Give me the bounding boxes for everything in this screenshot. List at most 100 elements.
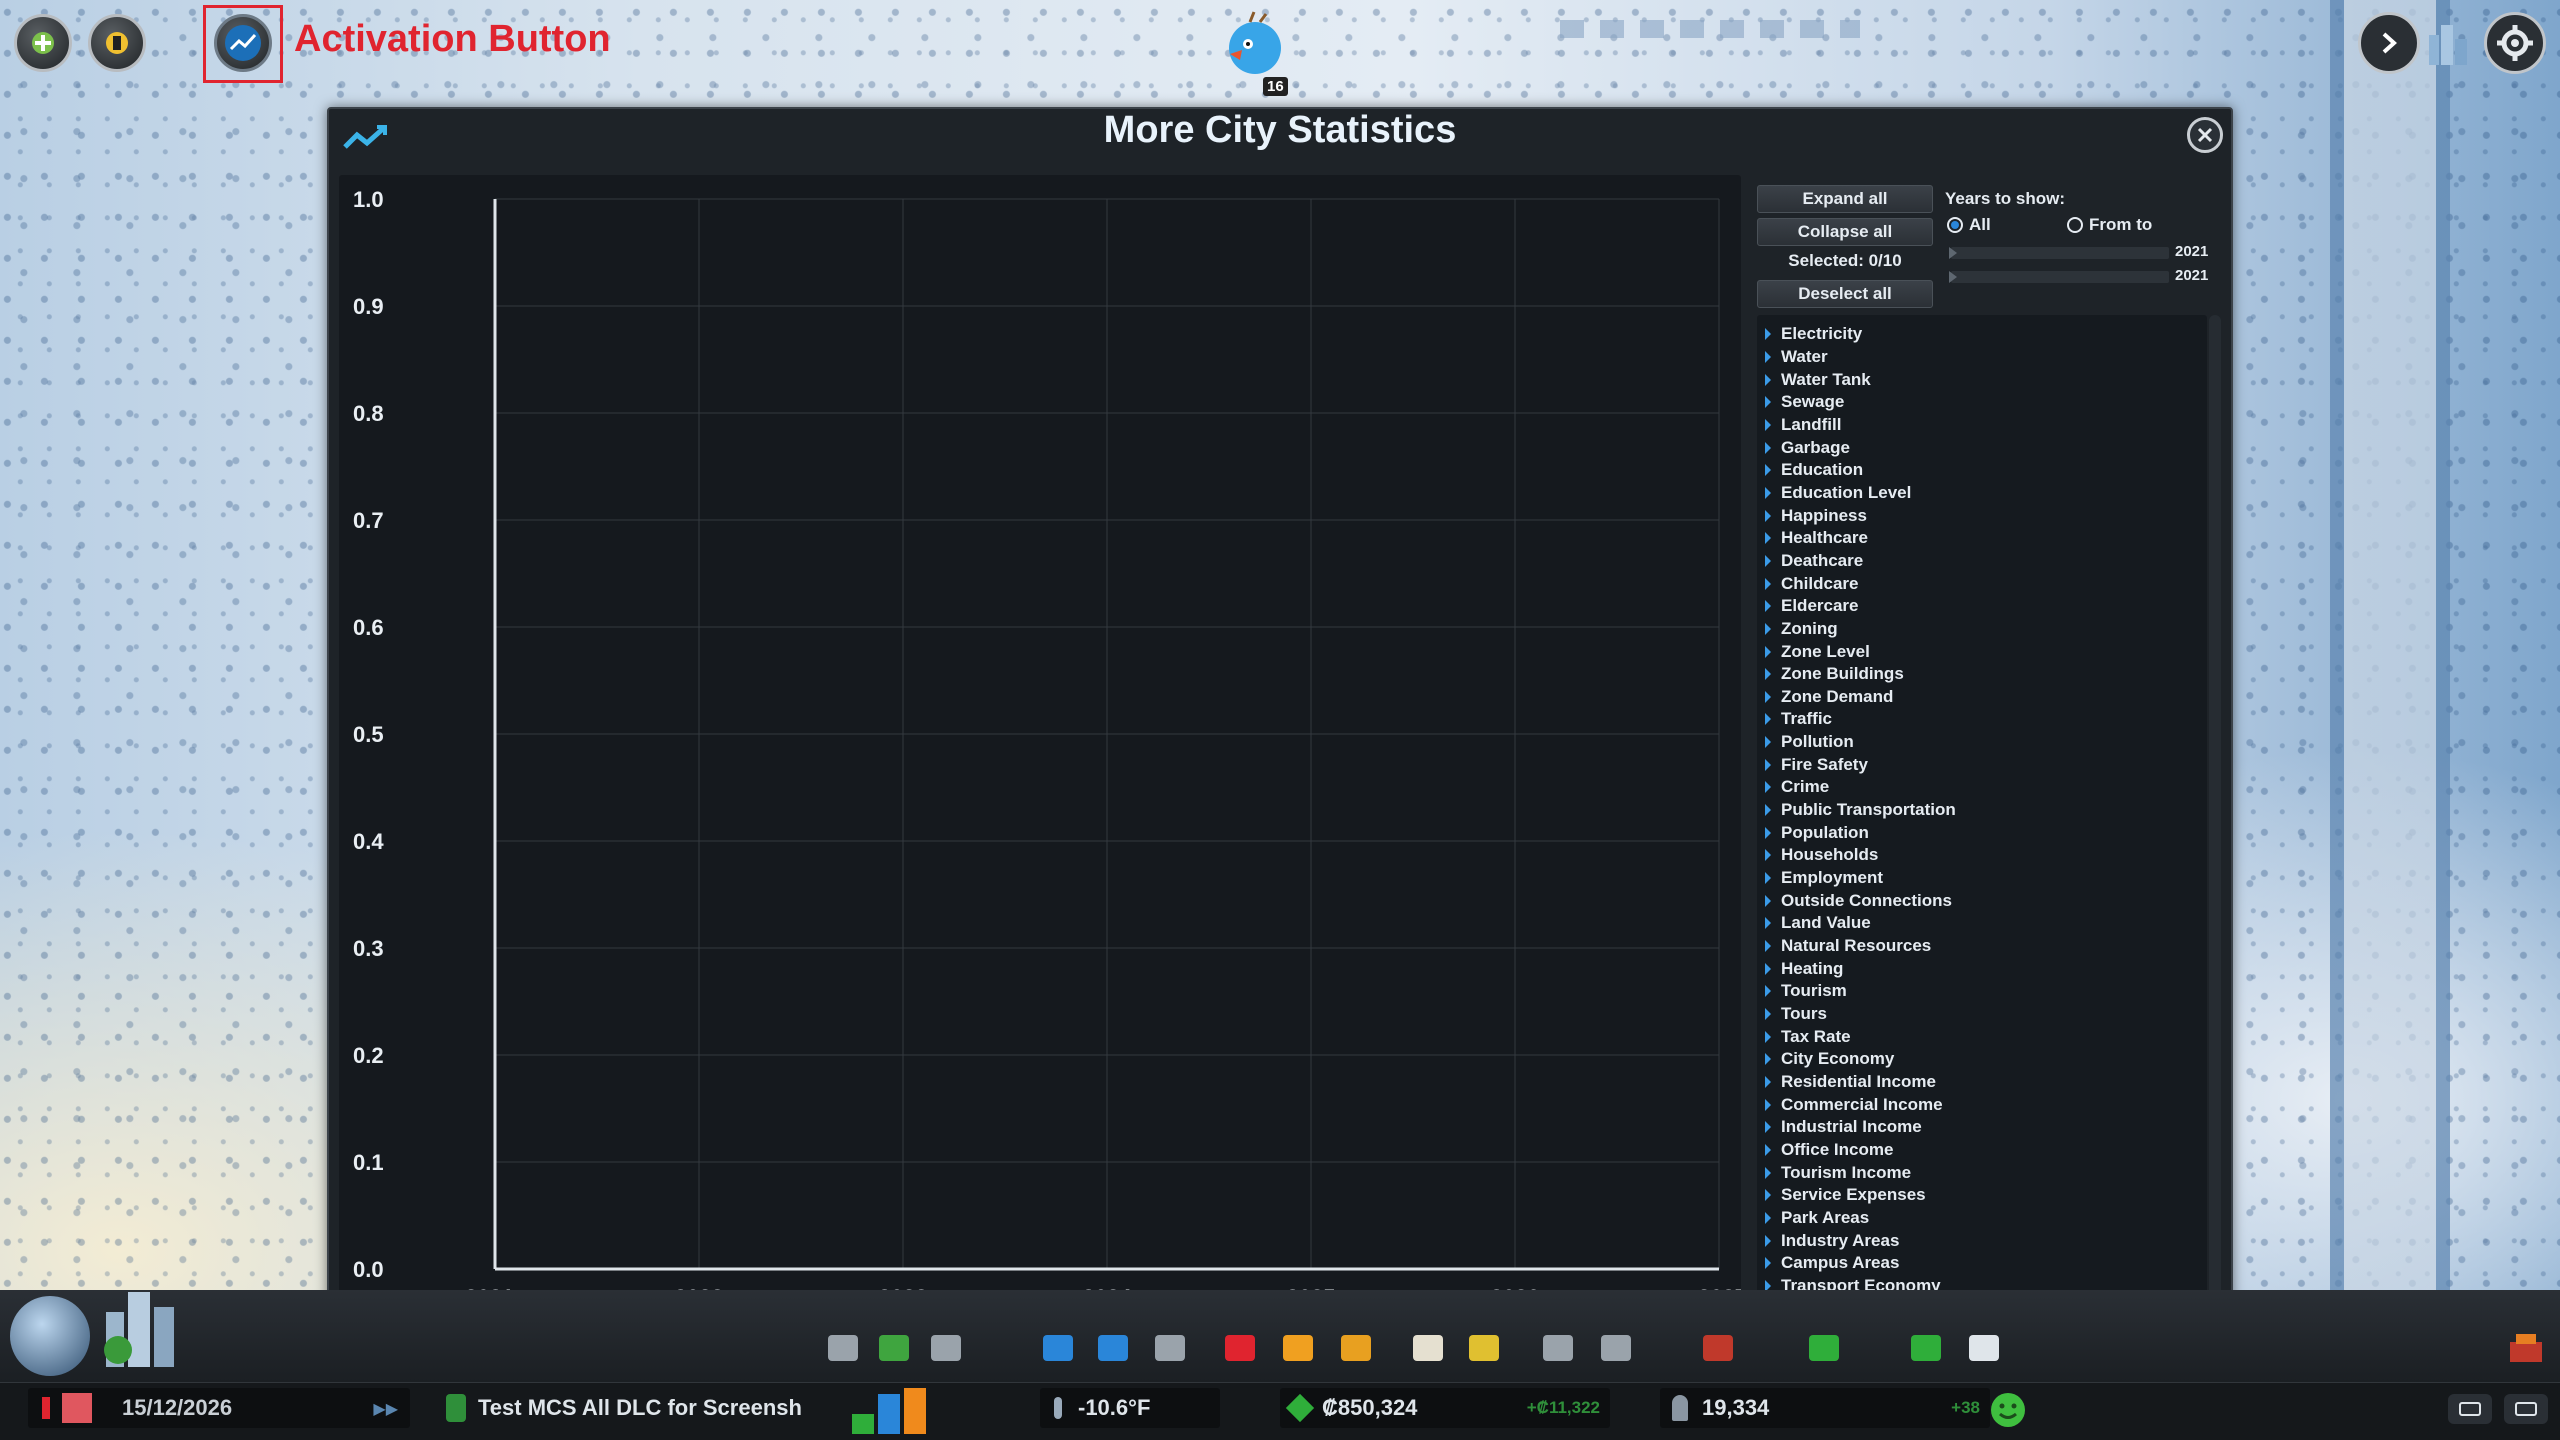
industry-icon[interactable] (1152, 1330, 1188, 1366)
category-item[interactable]: Zone Demand (1757, 686, 2207, 709)
radio-all[interactable]: All (1947, 215, 1991, 235)
city-skyline-icon[interactable] (2418, 12, 2480, 74)
category-item[interactable]: Commercial Income (1757, 1093, 2207, 1116)
category-item[interactable]: Deathcare (1757, 550, 2207, 573)
money: ₡850,324 (1322, 1395, 1418, 1420)
freecamera-button[interactable] (14, 14, 72, 72)
fullscreen-button[interactable] (2504, 1394, 2548, 1424)
category-item[interactable]: Education Level (1757, 482, 2207, 505)
category-item[interactable]: Outside Connections (1757, 889, 2207, 912)
expand-panel-button[interactable] (2358, 12, 2420, 74)
expand-arrow-icon (1765, 758, 1771, 771)
demand-meter[interactable] (852, 1384, 938, 1434)
radio-from-to[interactable]: From to (2067, 215, 2152, 235)
category-item[interactable]: Sewage (1757, 391, 2207, 414)
fire-icon[interactable] (1280, 1330, 1316, 1366)
category-item[interactable]: Water Tank (1757, 368, 2207, 391)
money-display[interactable]: ₡850,324 +₡11,322 (1280, 1388, 1610, 1428)
date: 15/12/2026 (122, 1395, 233, 1420)
category-item[interactable]: Land Value (1757, 912, 2207, 935)
parks-icon[interactable] (1540, 1330, 1576, 1366)
fast-forward-icon[interactable]: ▶▶ (373, 1399, 398, 1418)
landscaping-icon[interactable] (1806, 1330, 1842, 1366)
happiness-icon[interactable] (1988, 1390, 2028, 1430)
slider-thumb[interactable] (1949, 247, 1957, 259)
education-icon[interactable] (1410, 1330, 1446, 1366)
category-item[interactable]: Employment (1757, 867, 2207, 890)
category-item[interactable]: Electricity (1757, 323, 2207, 346)
deselect-all-button[interactable]: Deselect all (1757, 280, 1933, 308)
city-name-field[interactable]: Test MCS All DLC for Screensh (446, 1388, 826, 1428)
from-year-slider[interactable] (1949, 247, 2169, 259)
to-year-slider[interactable] (1949, 271, 2169, 283)
category-label: Land Value (1781, 913, 1871, 933)
category-label: Population (1781, 822, 1869, 842)
category-item[interactable]: Garbage (1757, 436, 2207, 459)
zoning-icon[interactable] (876, 1330, 912, 1366)
electricity-icon[interactable] (1040, 1330, 1076, 1366)
temperature-display: -10.6°F (1040, 1388, 1220, 1428)
category-item[interactable]: Residential Income (1757, 1071, 2207, 1094)
screenshot-button[interactable] (2448, 1394, 2492, 1424)
population-display[interactable]: 19,334 +38 (1660, 1388, 1990, 1428)
pause-icon[interactable] (42, 1397, 50, 1419)
category-item[interactable]: Traffic (1757, 708, 2207, 731)
expand-arrow-icon (1765, 577, 1771, 590)
category-item[interactable]: Industrial Income (1757, 1116, 2207, 1139)
category-label: Garbage (1781, 437, 1850, 457)
water-icon[interactable] (1095, 1330, 1131, 1366)
category-item[interactable]: Public Transportation (1757, 799, 2207, 822)
category-item[interactable]: Tax Rate (1757, 1025, 2207, 1048)
mod-tool-button[interactable] (88, 14, 146, 72)
category-item[interactable]: Households (1757, 844, 2207, 867)
category-item[interactable]: Park Areas (1757, 1207, 2207, 1230)
category-item[interactable]: Zoning (1757, 618, 2207, 641)
districts-icon[interactable] (928, 1330, 964, 1366)
category-item[interactable]: Water (1757, 346, 2207, 369)
category-item[interactable]: Happiness (1757, 504, 2207, 527)
category-item[interactable]: Tourism Income (1757, 1161, 2207, 1184)
category-item[interactable]: Tourism (1757, 980, 2207, 1003)
y-tick-label: 0.7 (353, 508, 384, 533)
disasters-icon[interactable] (1700, 1330, 1736, 1366)
police-icon[interactable] (1338, 1330, 1374, 1366)
window-title: More City Statistics (1103, 109, 1457, 151)
category-item[interactable]: Office Income (1757, 1139, 2207, 1162)
category-item[interactable]: Childcare (1757, 572, 2207, 595)
slider-thumb[interactable] (1949, 271, 1957, 283)
category-item[interactable]: Pollution (1757, 731, 2207, 754)
unique-buildings-icon[interactable] (2506, 1332, 2546, 1366)
expand-all-button[interactable]: Expand all (1757, 185, 1933, 213)
speed-indicator[interactable] (62, 1393, 92, 1423)
category-item[interactable]: Education (1757, 459, 2207, 482)
monuments-icon[interactable] (1598, 1330, 1634, 1366)
healthcare-icon[interactable] (1222, 1330, 1258, 1366)
category-item[interactable]: Landfill (1757, 414, 2207, 437)
category-item[interactable]: Healthcare (1757, 527, 2207, 550)
city-info-icon[interactable] (96, 1282, 206, 1372)
collapse-all-button[interactable]: Collapse all (1757, 218, 1933, 246)
milestones-icon[interactable] (1966, 1330, 2002, 1366)
category-item[interactable]: Natural Resources (1757, 935, 2207, 958)
chirper-icon[interactable] (1220, 10, 1290, 80)
settings-button[interactable] (2484, 12, 2546, 74)
category-item[interactable]: Fire Safety (1757, 753, 2207, 776)
category-item[interactable]: Heating (1757, 957, 2207, 980)
roads-icon[interactable] (825, 1330, 861, 1366)
category-item[interactable]: Zone Level (1757, 640, 2207, 663)
category-item[interactable]: Industry Areas (1757, 1229, 2207, 1252)
close-button[interactable] (2187, 117, 2223, 153)
category-item[interactable]: Campus Areas (1757, 1252, 2207, 1275)
transport-icon[interactable] (1466, 1330, 1502, 1366)
category-scrollbar[interactable] (2209, 315, 2221, 1325)
category-item[interactable]: Crime (1757, 776, 2207, 799)
globe-icon[interactable] (10, 1296, 90, 1376)
policies-icon[interactable] (1908, 1330, 1944, 1366)
category-item[interactable]: Eldercare (1757, 595, 2207, 618)
map-road-dashed (1560, 20, 1860, 38)
category-item[interactable]: Zone Buildings (1757, 663, 2207, 686)
category-item[interactable]: Tours (1757, 1003, 2207, 1026)
category-item[interactable]: Population (1757, 821, 2207, 844)
category-item[interactable]: City Economy (1757, 1048, 2207, 1071)
category-item[interactable]: Service Expenses (1757, 1184, 2207, 1207)
